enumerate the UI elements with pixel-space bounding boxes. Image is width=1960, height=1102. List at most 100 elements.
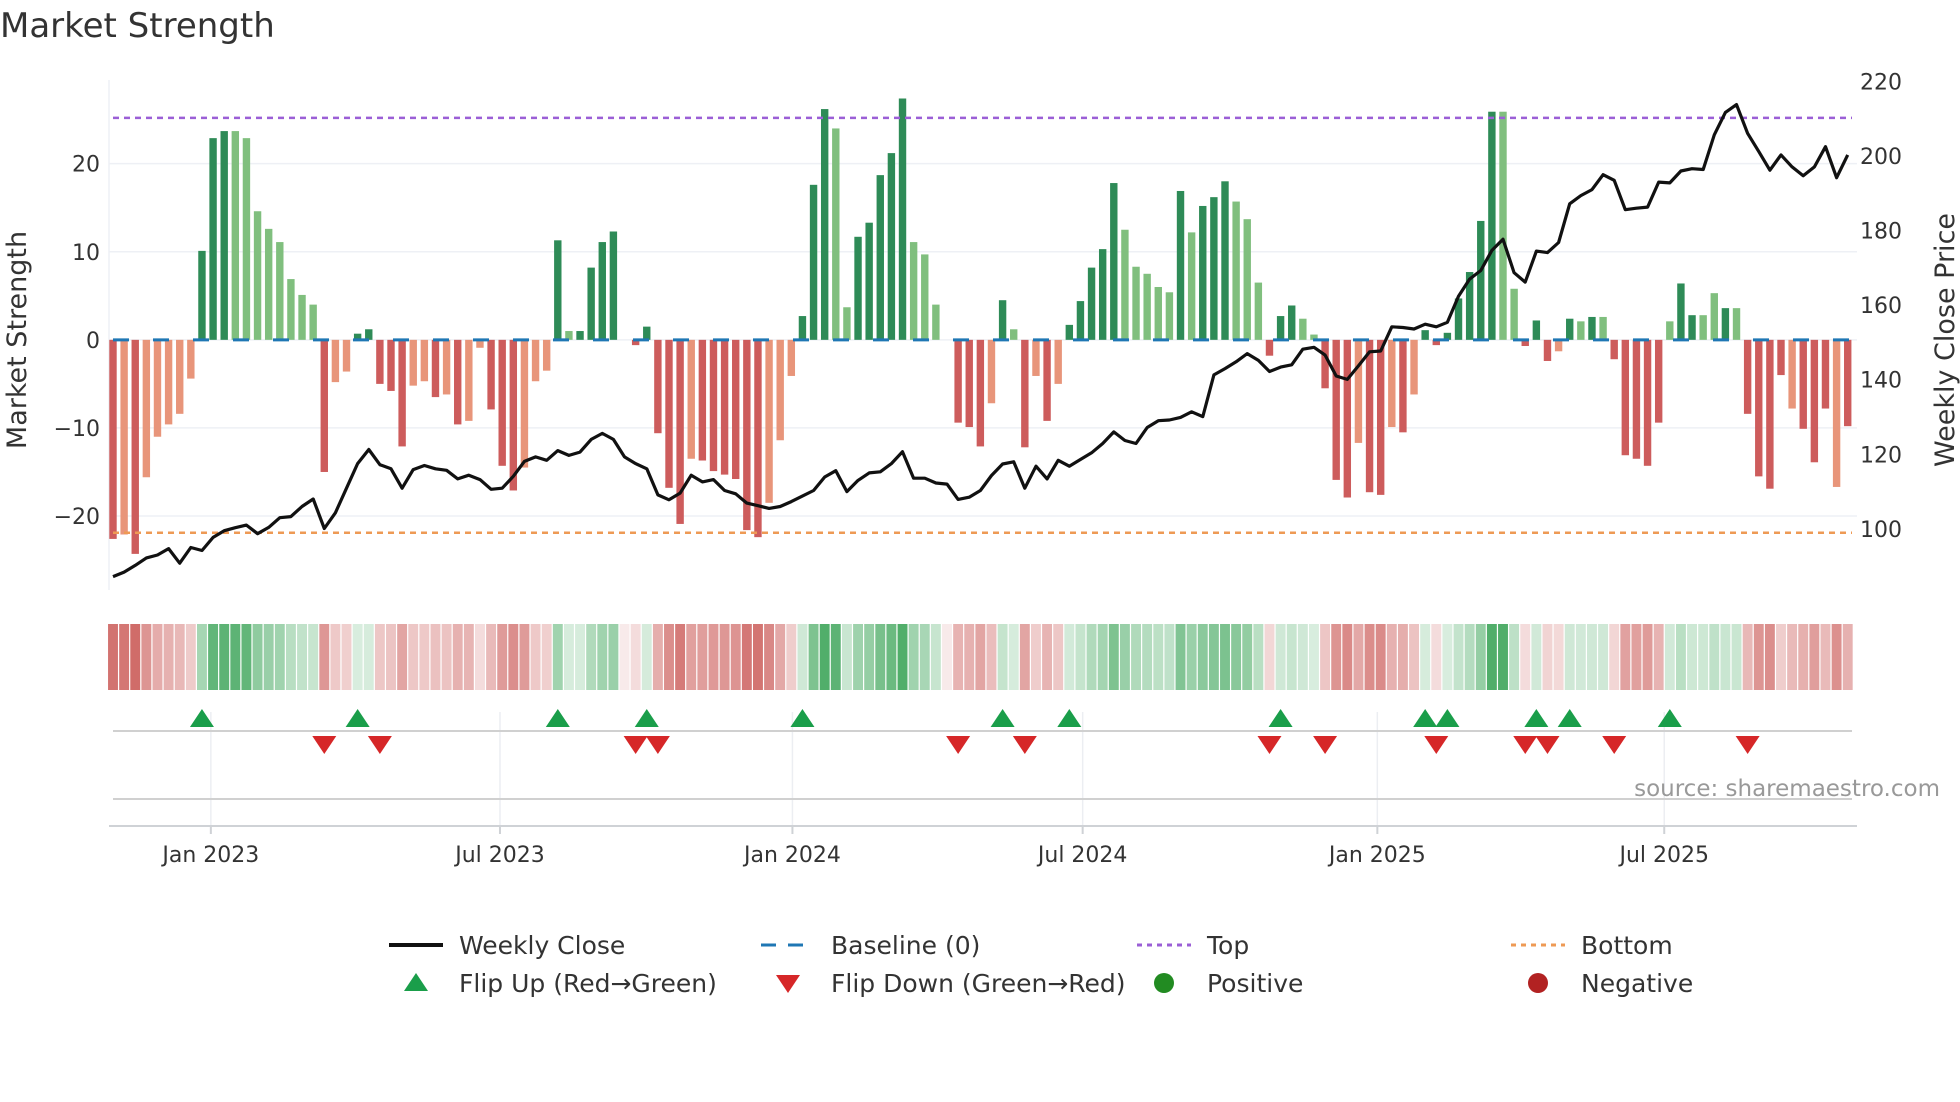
strength-bar	[342, 339, 351, 372]
heatmap-cell	[1509, 624, 1520, 690]
flip-up-marker	[345, 709, 370, 727]
strength-bar	[1766, 339, 1774, 489]
heatmap-cell	[1575, 624, 1586, 690]
heatmap-cell	[1542, 624, 1553, 690]
heatmap-cell	[508, 624, 519, 690]
y-axis-title: Market Strength	[2, 231, 33, 449]
strength-bar	[732, 339, 740, 480]
strength-bar	[1543, 339, 1552, 361]
heatmap-cell	[1242, 624, 1253, 690]
heatmap-cell	[686, 624, 697, 690]
strength-bar	[220, 131, 228, 340]
legend-label: Top	[1207, 930, 1250, 960]
strength-bar	[809, 184, 818, 340]
strength-bar	[1343, 339, 1352, 498]
strength-bar	[1844, 339, 1852, 427]
heatmap-cell	[597, 624, 608, 690]
legend-item-flip-down[interactable]: Flip Down (Green→Red)	[761, 966, 1126, 1000]
strength-bar	[954, 339, 962, 423]
legend-item-negative[interactable]: Negative	[1511, 966, 1693, 1000]
strength-bar	[309, 304, 317, 340]
heatmap-cell	[675, 624, 686, 690]
heatmap-cell	[1086, 624, 1097, 690]
legend-label: Negative	[1581, 968, 1694, 998]
strength-bar	[720, 339, 729, 475]
strength-bar	[598, 242, 606, 340]
strength-bar	[1143, 273, 1151, 340]
heatmap-cell	[475, 624, 485, 690]
strength-bar	[1288, 305, 1296, 340]
y-tick-label: 20	[72, 153, 100, 178]
legend-item-bottom[interactable]: Bottom	[1511, 928, 1673, 962]
strength-bar	[1621, 339, 1630, 456]
strength-bar	[242, 138, 251, 340]
heatmap-cell	[1309, 624, 1319, 690]
legend-label: Bottom	[1581, 930, 1673, 960]
strength-bar	[1376, 339, 1385, 495]
strength-bar	[153, 339, 162, 437]
heatmap-cell	[130, 624, 141, 690]
heatmap-cell	[1019, 624, 1030, 690]
heatmap-cell	[1053, 624, 1064, 690]
strength-bar	[987, 339, 996, 404]
strength-bar	[331, 339, 340, 383]
strength-bar	[1554, 339, 1563, 352]
strength-bar	[520, 339, 529, 468]
heatmap-cell	[1564, 624, 1575, 690]
heatmap-cell	[1186, 624, 1197, 690]
flip-up-marker	[1057, 709, 1082, 727]
legend-label: Flip Up (Red→Green)	[459, 968, 717, 998]
strength-bar	[876, 175, 884, 340]
legend-item-top[interactable]: Top	[1137, 928, 1249, 962]
heatmap-cell	[853, 624, 863, 690]
legend-item-flip-up[interactable]: Flip Up (Red→Green)	[389, 966, 717, 1000]
strength-bar	[1499, 111, 1507, 340]
strength-bar	[1532, 320, 1541, 340]
strength-bar	[1510, 288, 1518, 340]
strength-bar	[1832, 339, 1841, 487]
heatmap-cell	[1587, 624, 1597, 690]
strength-bar	[1799, 339, 1807, 429]
heatmap-cell	[374, 624, 385, 690]
heatmap-cell	[297, 624, 307, 690]
strength-bar	[498, 339, 506, 466]
strength-bar	[909, 242, 918, 340]
strength-bar	[1054, 339, 1062, 384]
strength-bar	[109, 339, 117, 539]
strength-bar	[253, 211, 262, 340]
heatmap-cell	[419, 624, 430, 690]
legend-item-weekly-close[interactable]: Weekly Close	[389, 928, 625, 962]
heatmap-cell	[830, 624, 841, 690]
heatmap-cell	[1131, 624, 1141, 690]
heatmap-cell	[1386, 624, 1397, 690]
flip-down-marker	[1535, 736, 1560, 754]
triangle-down-icon	[776, 975, 800, 993]
strength-bar	[1810, 339, 1819, 463]
heatmap-cell	[1620, 624, 1631, 690]
legend-item-positive[interactable]: Positive	[1137, 966, 1303, 1000]
heatmap-cell	[1220, 624, 1230, 690]
strength-bar	[576, 331, 584, 340]
heatmap-cell	[397, 624, 408, 690]
y2-tick-label: 220	[1860, 70, 1902, 95]
heatmap-cell	[1742, 624, 1753, 690]
strength-bar	[820, 109, 829, 340]
strength-bar	[932, 304, 940, 340]
strength-bar	[1321, 339, 1329, 389]
circle-icon	[1154, 973, 1174, 993]
y2-axis-title: Weekly Close Price	[1930, 213, 1960, 467]
strength-bar	[1154, 286, 1162, 340]
dashed-line-icon	[761, 943, 815, 947]
heatmap-cell	[463, 624, 474, 690]
heatmap-cell	[808, 624, 819, 690]
strength-bar	[709, 339, 718, 472]
strength-bar	[1788, 339, 1796, 409]
heatmap-cell	[1364, 624, 1375, 690]
axis-ticks: 20100−10−20100120140160180200220Jan 2023…	[54, 70, 1902, 868]
legend-item-baseline[interactable]: Baseline (0)	[761, 928, 980, 962]
strength-bar	[554, 240, 562, 340]
heatmap-cell	[341, 624, 352, 690]
heatmap-cell	[708, 624, 719, 690]
heatmap-cell	[1698, 624, 1709, 690]
x-tick-label: Jan 2024	[742, 843, 841, 868]
